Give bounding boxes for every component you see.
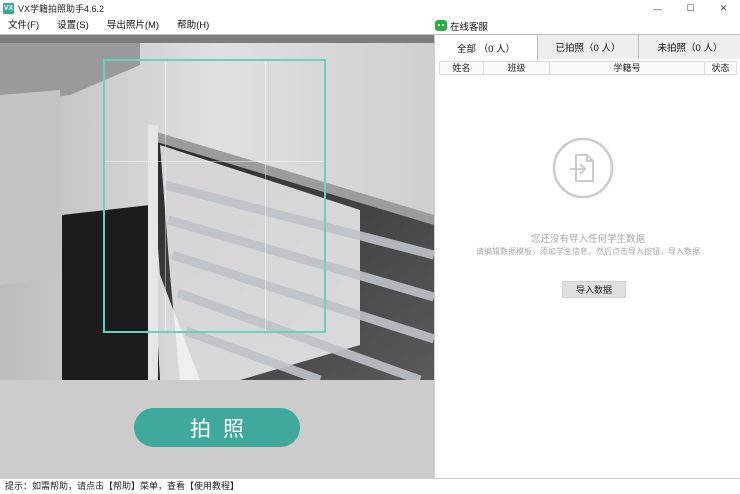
student-list-panel: 全部 （0 人） 已拍照（0 人） 未拍照（0 人） 姓名 班级 学籍号 状态 … [434,34,740,478]
wechat-icon [435,20,447,31]
title-bar: VX VX学籍拍照助手4.6.2 — ☐ ✕ [0,0,740,17]
tab-all[interactable]: 全部 （0 人） [435,34,538,60]
table-header: 姓名 班级 学籍号 状态 [439,61,737,75]
take-photo-button[interactable]: 拍照 [134,408,300,447]
window-title: VX学籍拍照助手4.6.2 [18,4,105,14]
import-data-button[interactable]: 导入数据 [562,281,626,298]
camera-panel: 拍照 [0,34,434,479]
column-header-status[interactable]: 状态 [705,62,736,74]
minimize-button[interactable]: — [641,0,674,17]
window-controls: — ☐ ✕ [641,0,740,17]
column-header-class[interactable]: 班级 [484,62,550,74]
app-logo-icon: VX [3,3,14,14]
online-service-link[interactable]: 在线客服 [435,17,488,34]
tab-not-photographed[interactable]: 未拍照（0 人） [639,34,740,59]
column-header-student-id[interactable]: 学籍号 [550,62,705,74]
shoot-area: 拍照 [0,380,434,479]
menu-export-photos[interactable]: 导出照片(M) [98,17,168,34]
guide-line [105,161,324,162]
menu-bar: 文件(F) 设置(S) 导出照片(M) 帮助(H) 在线客服 [0,17,740,34]
menu-file[interactable]: 文件(F) [0,17,48,34]
guide-line [165,61,166,331]
capture-frame [103,59,326,333]
empty-state-title: 您还没有导入任何学生数据 [530,234,645,245]
online-service-label: 在线客服 [450,21,489,33]
camera-preview [0,35,434,380]
status-bar: 提示：如需帮助，请点击【帮助】菜单，查看【使用教程】 [0,478,740,494]
menu-help[interactable]: 帮助(H) [168,17,218,34]
guide-line [265,61,266,331]
empty-state-hint: 请编辑数据模板，添加学生信息，然后点击导入按钮，导入数据 [476,247,700,256]
column-header-name[interactable]: 姓名 [440,62,484,74]
import-file-icon [552,137,614,199]
tab-photographed[interactable]: 已拍照（0 人） [538,34,639,59]
student-tabs: 全部 （0 人） 已拍照（0 人） 未拍照（0 人） [435,34,740,60]
close-button[interactable]: ✕ [707,0,740,17]
maximize-button[interactable]: ☐ [674,0,707,17]
menu-settings[interactable]: 设置(S) [48,17,98,34]
